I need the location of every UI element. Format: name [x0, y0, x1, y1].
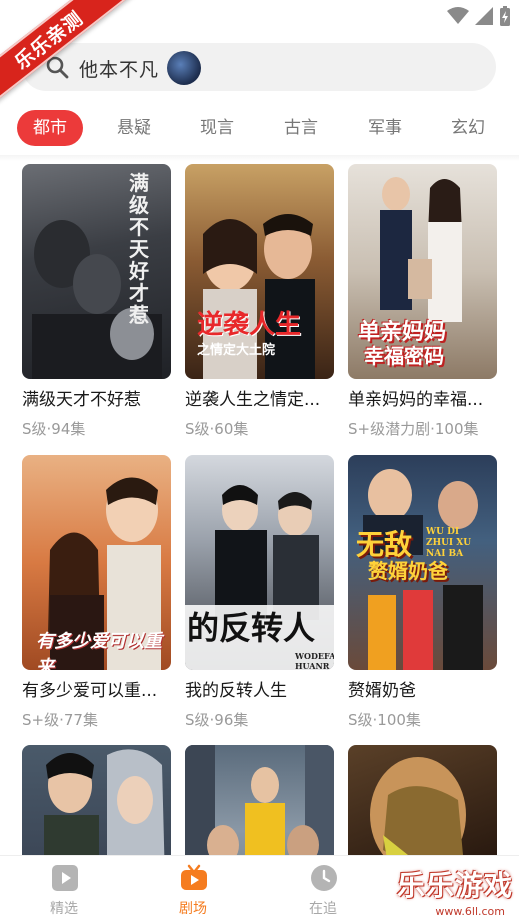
nav-juchang[interactable]: 剧场 [133, 856, 253, 924]
search-icon [46, 56, 69, 79]
category-tabs: 都市 悬疑 现言 古言 军事 玄幻 [0, 110, 519, 146]
nav-zaizhui[interactable]: 在追 [263, 856, 383, 924]
tab-xianyan[interactable]: 现言 [184, 110, 250, 146]
drama-meta: S级·94集 [22, 420, 86, 438]
signal-icon [475, 7, 493, 25]
watermark-logo: 乐乐游戏 www.6ll.com [397, 860, 517, 922]
drama-title: 有多少爱可以重... [22, 681, 158, 701]
drama-title: 逆袭人生之情定... [185, 390, 321, 410]
drama-poster[interactable]: 单亲妈妈 幸福密码 [348, 164, 497, 379]
drama-poster[interactable]: 无敌 WU DI ZHUI XU NAI BA 赘婿奶爸 [348, 455, 497, 670]
play-square-icon [52, 865, 78, 891]
tab-xuanyi[interactable]: 悬疑 [101, 110, 167, 146]
status-bar [0, 0, 519, 36]
drama-poster[interactable]: 有多少爱可以重来 [22, 455, 171, 670]
drama-meta: S+级潜力剧·100集 [348, 420, 479, 438]
tabs-divider [0, 155, 519, 161]
drama-meta: S级·96集 [185, 711, 249, 729]
drama-meta: S级·100集 [348, 711, 421, 729]
poster-title-text: 的反转人 [187, 609, 316, 647]
wifi-icon [447, 7, 469, 24]
clock-icon [311, 865, 337, 891]
tab-dushi[interactable]: 都市 [17, 110, 83, 146]
poster-subtitle-text: 幸福密码 [364, 344, 444, 368]
drama-meta: S+级·77集 [22, 711, 98, 729]
poster-title-text: 逆袭人生 [197, 310, 302, 340]
nav-label: 在追 [309, 901, 337, 917]
drama-title: 我的反转人生 [185, 681, 287, 701]
drama-poster[interactable]: 逆袭人生 之情定大土院 [185, 164, 334, 379]
battery-icon [500, 6, 510, 26]
app-screen: 乐乐亲测 他本不凡 都市 悬疑 现言 古言 军事 玄幻 满级不天好才惹 满级天才… [0, 0, 519, 924]
drama-title: 赘婿奶爸 [348, 681, 416, 701]
poster-title-text: 满级不天好才惹 [129, 171, 149, 327]
nav-jingxuan[interactable]: 精选 [4, 856, 124, 924]
search-query-text: 他本不凡 [79, 59, 160, 81]
drama-meta: S级·60集 [185, 420, 249, 438]
tv-icon [181, 864, 207, 890]
poster-subtitle-text: WODEFAN HUANR [295, 651, 334, 670]
drama-poster[interactable]: 的反转人 WODEFAN HUANR [185, 455, 334, 670]
watermark-url: www.6ll.com [435, 905, 505, 918]
watermark-text: 乐乐游戏 [397, 869, 514, 902]
tab-junshi[interactable]: 军事 [352, 110, 418, 146]
poster-title-text: 有多少爱可以重来 [36, 631, 162, 670]
tab-guyan[interactable]: 古言 [268, 110, 334, 146]
search-thumbnail [167, 51, 201, 85]
drama-title: 单亲妈妈的幸福... [348, 390, 484, 410]
drama-title: 满级天才不好惹 [22, 390, 141, 410]
tab-xuanhuan[interactable]: 玄幻 [435, 110, 501, 146]
nav-label: 剧场 [179, 901, 207, 917]
nav-label: 精选 [50, 901, 78, 917]
poster-subtitle-text: 赘婿奶爸 [368, 559, 448, 583]
poster-subtitle-text: 之情定大土院 [197, 343, 276, 358]
search-bar[interactable]: 他本不凡 [22, 43, 496, 91]
drama-poster[interactable]: 满级不天好才惹 [22, 164, 171, 379]
